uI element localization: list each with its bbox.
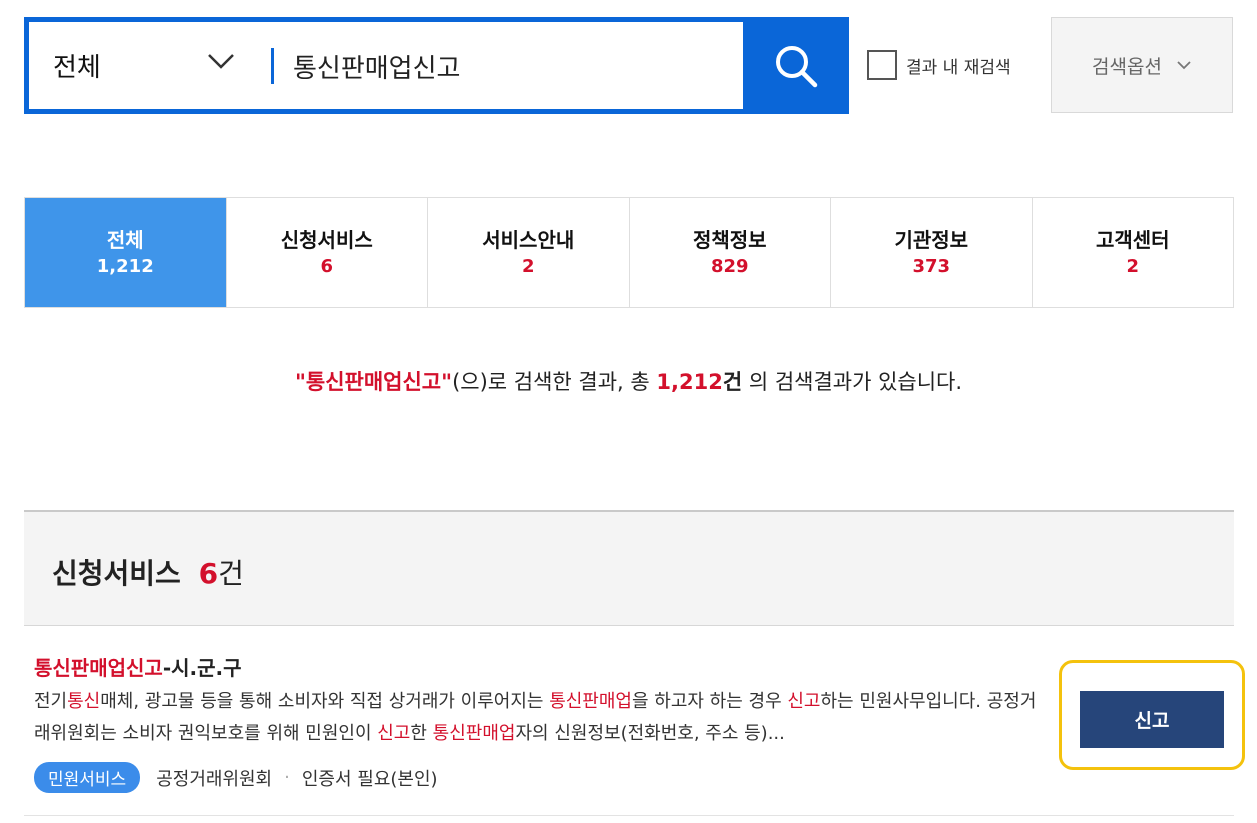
search-options-label: 검색옵션 (1092, 55, 1162, 78)
tab-label: 서비스안내 (482, 227, 575, 252)
chevron-down-icon (1177, 61, 1191, 70)
search-box: 전체 (24, 17, 849, 114)
desc-highlight: 신고 (377, 723, 411, 744)
section-title: 신청서비스 6건 (52, 552, 244, 592)
tab-all[interactable]: 전체 1,212 (25, 198, 226, 307)
result-meta: 민원서비스 공정거래위원회 · 인증서 필요(본인) (34, 762, 438, 793)
tab-service-guide[interactable]: 서비스안내 2 (427, 198, 629, 307)
meta-separator: · (284, 767, 290, 788)
recheck-checkbox[interactable] (867, 50, 897, 80)
summary-text-end: 의 검색결과가 있습니다. (742, 370, 963, 394)
chevron-down-icon (208, 54, 234, 69)
scope-dropdown[interactable]: 전체 (29, 22, 271, 109)
result-item: 통신판매업신고-시.군.구 전기통신매체, 광고물 등을 통해 소비자와 직접 … (24, 627, 1234, 816)
desc-highlight: 신고 (787, 691, 821, 712)
desc-highlight: 통신 (67, 691, 101, 712)
desc-text: 자의 신원정보(전화번호, 주소 등)... (515, 723, 785, 744)
tab-label: 신청서비스 (280, 227, 373, 252)
report-button[interactable]: 신고 (1080, 691, 1224, 748)
tab-count: 6 (320, 255, 334, 277)
tab-policy-info[interactable]: 정책정보 829 (628, 198, 830, 307)
section-count: 6 (198, 557, 219, 590)
category-tabs: 전체 1,212 신청서비스 6 서비스안내 2 정책정보 829 기관정보 3… (24, 197, 1234, 308)
summary-text: (으)로 검색한 결과, 총 (452, 370, 657, 394)
tab-agency-info[interactable]: 기관정보 373 (830, 198, 1032, 307)
input-cursor-bar (271, 48, 274, 84)
search-icon (776, 45, 818, 87)
tab-count: 1,212 (96, 255, 154, 277)
agency-name: 공정거래위원회 (156, 768, 273, 790)
search-summary: "통신판매업신고"(으)로 검색한 결과, 총 1,212건 의 검색결과가 있… (0, 366, 1257, 396)
desc-text: 을 하고자 하는 경우 (632, 691, 788, 712)
section-header: 신청서비스 6건 (24, 510, 1234, 626)
summary-unit: 건 (722, 370, 743, 394)
section-count-unit: 건 (218, 557, 244, 590)
tab-count: 373 (912, 255, 951, 277)
tab-count: 2 (521, 255, 535, 277)
tab-customer-center[interactable]: 고객센터 2 (1031, 198, 1233, 307)
tab-count: 829 (710, 255, 749, 277)
tab-label: 전체 (106, 227, 144, 252)
result-title-highlight: 통신판매업신고 (34, 656, 163, 680)
result-title-rest: -시.군.구 (162, 656, 242, 680)
tab-application-service[interactable]: 신청서비스 6 (225, 198, 427, 307)
desc-highlight: 통신판매업 (432, 723, 516, 744)
search-options-button[interactable]: 검색옵션 (1051, 17, 1233, 113)
tab-label: 정책정보 (692, 227, 767, 252)
search-button[interactable] (743, 22, 849, 109)
summary-total: 1,212 (656, 370, 723, 394)
tab-count: 2 (1126, 255, 1140, 277)
recheck-label: 결과 내 재검색 (906, 57, 1011, 78)
search-input[interactable] (291, 40, 735, 92)
desc-highlight: 통신판매업 (549, 691, 632, 712)
cert-requirement: 인증서 필요(본인) (301, 768, 438, 790)
result-description: 전기통신매체, 광고물 등을 통해 소비자와 직접 상거래가 이루어지는 통신판… (34, 686, 1049, 750)
scope-label: 전체 (53, 53, 101, 83)
summary-keyword: "통신판매업신고" (294, 370, 453, 394)
tab-label: 기관정보 (894, 227, 969, 252)
desc-text: 한 (410, 723, 433, 744)
section-title-label: 신청서비스 (52, 557, 181, 590)
tab-label: 고객센터 (1095, 227, 1170, 252)
desc-text: 매체, 광고물 등을 통해 소비자와 직접 상거래가 이루어지는 (100, 691, 550, 712)
desc-text: 전기 (34, 691, 68, 712)
result-title-link[interactable]: 통신판매업신고-시.군.구 (34, 652, 242, 681)
category-badge: 민원서비스 (34, 762, 141, 793)
recheck-option[interactable]: 결과 내 재검색 (867, 50, 1011, 80)
